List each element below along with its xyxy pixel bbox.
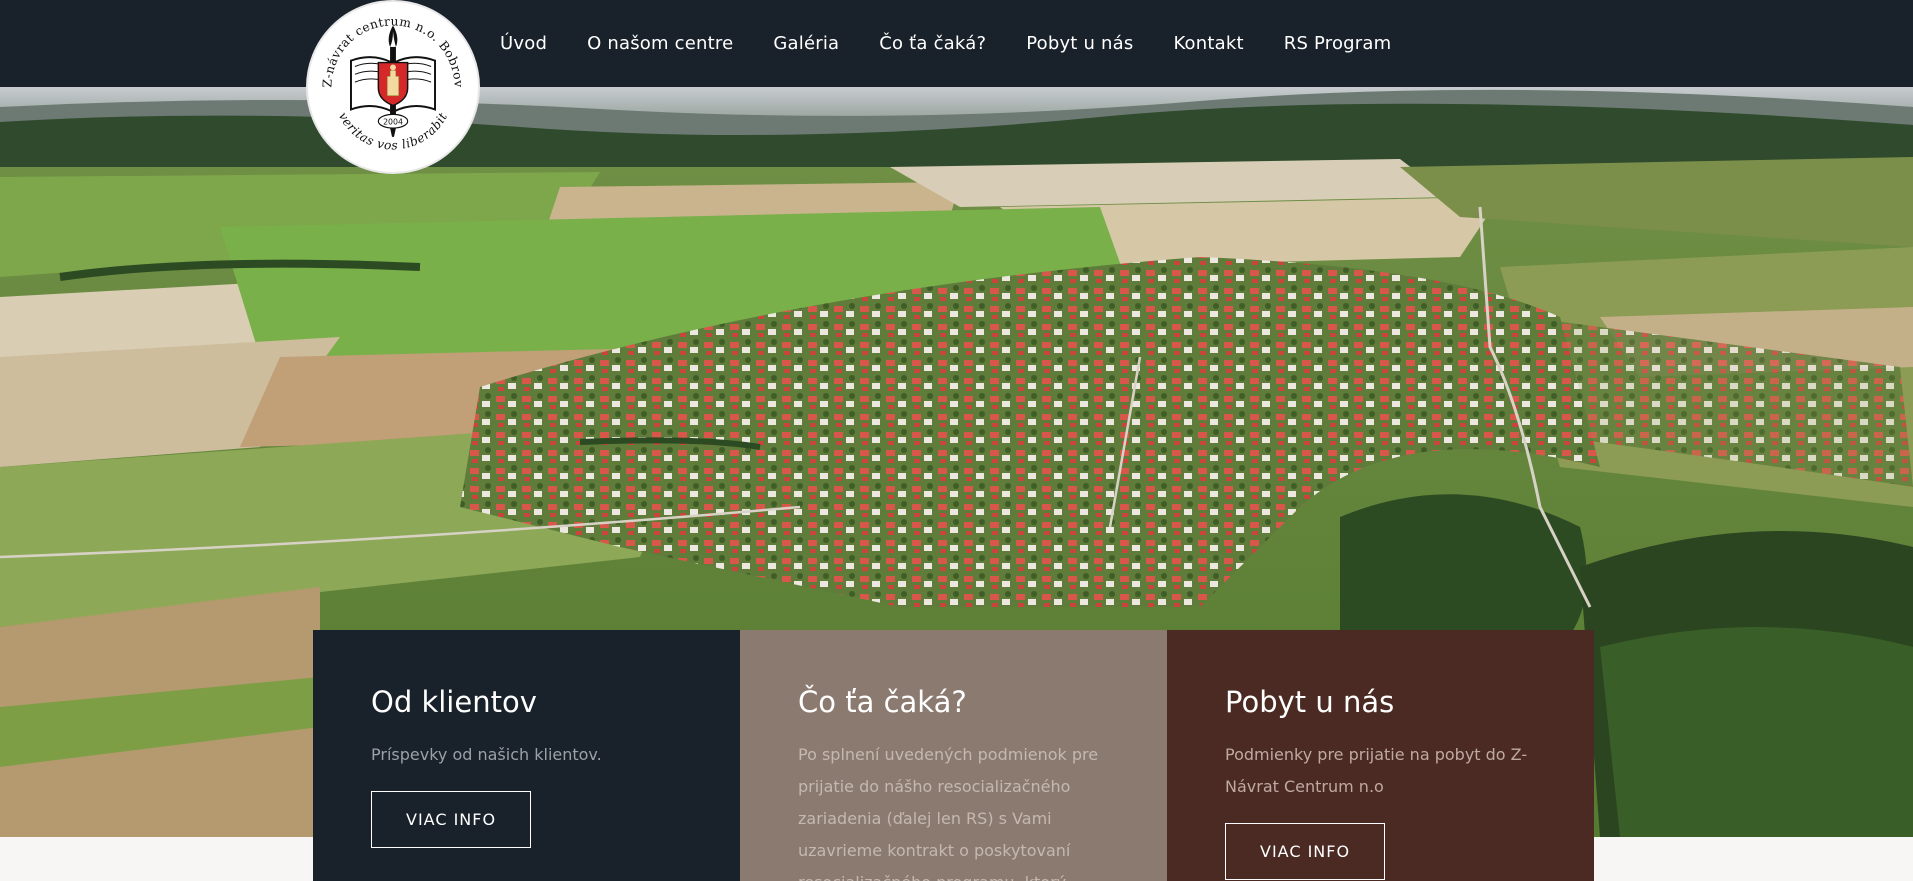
card-title: Čo ťa čaká? — [798, 685, 967, 719]
nav-item-kontakt[interactable]: Kontakt — [1173, 33, 1243, 54]
logo-emblem: Z-návrat centrum n.o. Bobrov veritas vos… — [310, 4, 476, 170]
site-logo[interactable]: Z-návrat centrum n.o. Bobrov veritas vos… — [306, 0, 480, 174]
card-text: Po splnení uvedených podmienok pre prija… — [798, 745, 1099, 881]
nav-item-uvod[interactable]: Úvod — [500, 33, 547, 54]
card-text: Príspevky od našich klientov. — [371, 745, 602, 764]
card-text: Podmienky pre prijatie na pobyt do Z-Náv… — [1225, 745, 1528, 796]
viac-info-button[interactable]: VIAC INFO — [1225, 823, 1386, 880]
feature-card-pobyt-u-nas: Pobyt u nás Podmienky pre prijatie na po… — [1167, 630, 1594, 881]
card-title: Od klientov — [371, 685, 537, 719]
viac-info-button[interactable]: VIAC INFO — [371, 791, 532, 848]
logo-year: 2004 — [383, 118, 403, 127]
nav-item-rs-program[interactable]: RS Program — [1284, 33, 1392, 54]
nav-item-galeria[interactable]: Galéria — [773, 33, 839, 54]
nav-item-o-nasom-centre[interactable]: O našom centre — [587, 33, 733, 54]
top-navigation-bar: Úvod O našom centre Galéria Čo ťa čaká? … — [0, 0, 1913, 87]
nav-item-co-ta-caka[interactable]: Čo ťa čaká? — [879, 33, 986, 54]
main-menu: Úvod O našom centre Galéria Čo ťa čaká? … — [500, 0, 1431, 87]
nav-item-pobyt-u-nas[interactable]: Pobyt u nás — [1026, 33, 1133, 54]
feature-card-od-klientov: Od klientov Príspevky od našich klientov… — [313, 630, 740, 881]
feature-card-co-ta-caka: Čo ťa čaká? Po splnení uvedených podmien… — [740, 630, 1167, 881]
card-title: Pobyt u nás — [1225, 685, 1395, 719]
